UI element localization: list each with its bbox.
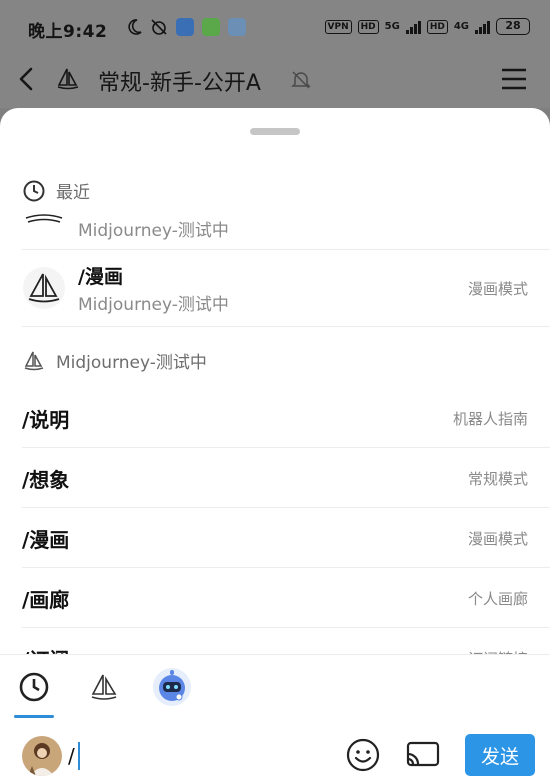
network-type-label: 5G	[384, 21, 400, 32]
hd-badge: HD	[357, 19, 379, 34]
sailboat-logo-icon	[23, 267, 65, 309]
robot-avatar-icon	[153, 668, 191, 706]
command-name: /漫画	[22, 528, 70, 552]
sailboat-logo-icon	[25, 214, 63, 223]
chat-header: 常规-新手-公开A	[0, 52, 550, 108]
status-notification-icons	[128, 18, 246, 36]
moon-icon	[128, 19, 142, 35]
status-bar: 晚上9:42 VPN HD 5G HD 4G 28	[0, 0, 550, 52]
user-photo-icon	[22, 736, 62, 776]
hd-badge: HD	[426, 19, 448, 34]
send-button[interactable]: 发送	[465, 734, 535, 776]
bell-off-icon	[291, 71, 311, 89]
signal-icon	[475, 20, 490, 34]
status-system-icons: VPN HD 5G HD 4G 28	[324, 18, 530, 35]
command-item[interactable]: /画廊 个人画廊	[0, 568, 550, 628]
text-caret	[77, 742, 80, 770]
message-input-value: /	[68, 744, 75, 768]
avatar[interactable]	[22, 736, 62, 776]
tab-recent[interactable]	[14, 667, 54, 707]
telegram-icon	[228, 18, 246, 36]
list-item[interactable]: Midjourney-测试中	[0, 212, 550, 252]
recent-item-desc: 漫画模式	[467, 280, 528, 298]
recent-item-subtitle: Midjourney-测试中	[78, 295, 229, 315]
message-input[interactable]: /	[68, 742, 80, 770]
app-notification-icon	[176, 18, 194, 36]
battery-icon: 28	[496, 18, 530, 35]
clock-icon	[23, 180, 45, 201]
alarm-off-icon	[151, 19, 167, 35]
recent-item-subtitle: Midjourney-测试中	[78, 221, 229, 241]
recent-item-title: /漫画	[78, 266, 123, 288]
back-arrow-icon[interactable]	[14, 64, 40, 94]
screen-cast-icon[interactable]	[406, 740, 440, 770]
tab-bot[interactable]	[152, 667, 192, 707]
command-desc: 个人画廊	[467, 590, 528, 608]
status-time: 晚上9:42	[28, 22, 108, 42]
bot-section-header: Midjourney-测试中	[22, 348, 207, 373]
message-input-bar: / 发送	[0, 718, 550, 784]
command-item[interactable]: /想象 常规模式	[0, 448, 550, 508]
channel-title: 常规-新手-公开A	[98, 71, 261, 96]
bot-section-title: Midjourney-测试中	[56, 353, 207, 373]
command-sheet: 最近 Midjourney-测试中 /漫画 Midjourney-测试中 漫画模…	[0, 108, 550, 784]
network-type-label: 4G	[453, 21, 469, 32]
vpn-badge: VPN	[324, 19, 352, 34]
recent-section-header: 最近	[22, 178, 90, 203]
recent-section-title: 最近	[56, 183, 90, 203]
command-name: /说明	[22, 408, 70, 432]
emoji-icon[interactable]	[346, 738, 380, 772]
hamburger-menu-icon[interactable]	[500, 66, 528, 92]
command-desc: 常规模式	[467, 470, 528, 488]
clock-icon	[19, 672, 49, 702]
drag-handle[interactable]	[250, 128, 300, 135]
command-name: /想象	[22, 468, 70, 492]
command-item[interactable]: /漫画 漫画模式	[0, 508, 550, 568]
sailboat-logo-icon	[24, 351, 44, 370]
command-desc: 机器人指南	[452, 410, 528, 428]
tab-midjourney[interactable]	[84, 667, 124, 707]
signal-icon	[405, 20, 421, 34]
list-item[interactable]: /漫画 Midjourney-测试中 漫画模式	[0, 250, 550, 326]
command-name: /画廊	[22, 588, 70, 612]
divider	[22, 326, 550, 327]
command-desc: 漫画模式	[467, 530, 528, 548]
command-item[interactable]: /说明 机器人指南	[0, 388, 550, 448]
command-source-tabs	[0, 654, 550, 718]
app-notification-icon	[202, 18, 220, 36]
sailboat-logo-icon	[57, 68, 79, 90]
sailboat-logo-icon	[91, 674, 117, 700]
